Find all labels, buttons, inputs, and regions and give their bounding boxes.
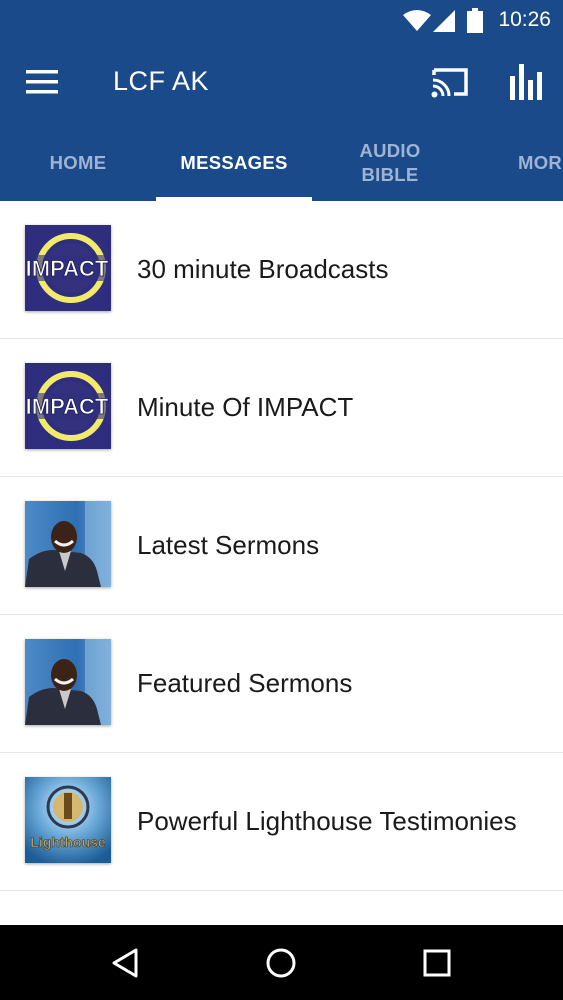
- cast-icon[interactable]: [430, 64, 470, 100]
- impact-logo-icon: IMPACT: [25, 363, 111, 449]
- status-bar: 10:26: [0, 0, 563, 40]
- list-item-title: Featured Sermons: [137, 668, 353, 698]
- back-button[interactable]: [95, 925, 155, 1000]
- system-nav-bar: [0, 925, 563, 1000]
- list-item[interactable]: Lighthouse Powerful Lighthouse Testimoni…: [0, 753, 563, 891]
- recents-button[interactable]: [407, 925, 467, 1000]
- preacher-photo-icon: [25, 639, 111, 725]
- home-button[interactable]: [251, 925, 311, 1000]
- list-item[interactable]: IMPACT Minute Of IMPACT: [0, 339, 563, 477]
- impact-logo-thumbnail: IMPACT: [25, 363, 111, 449]
- lighthouse-logo-icon: Lighthouse: [25, 777, 111, 863]
- tab-bar: HOME MESSAGES AUDIO BIBLE MORE: [0, 124, 563, 201]
- tab-messages[interactable]: MESSAGES: [156, 124, 312, 201]
- tab-audio-bible[interactable]: AUDIO BIBLE: [312, 124, 468, 201]
- tab-audio-bible-label: AUDIO BIBLE: [359, 139, 421, 185]
- recents-icon: [423, 949, 451, 976]
- tab-home-label: HOME: [49, 151, 107, 173]
- impact-logo-icon: IMPACT: [25, 225, 111, 311]
- list-item-title: 30 minute Broadcasts: [137, 254, 389, 284]
- list-item-title: Powerful Lighthouse Testimonies: [137, 806, 517, 836]
- status-time: 10:26: [498, 8, 551, 31]
- list-item[interactable]: Featured Sermons: [0, 615, 563, 753]
- impact-logo-thumbnail: IMPACT: [25, 225, 111, 311]
- messages-list: IMPACT 30 minute Broadcasts IMPACT Minut…: [0, 201, 563, 891]
- back-icon: [112, 948, 138, 977]
- preacher-photo-thumbnail: [25, 501, 111, 587]
- app-title: LCF AK: [113, 66, 210, 96]
- lighthouse-logo-thumbnail: Lighthouse: [25, 777, 111, 863]
- tab-more[interactable]: MORE: [468, 124, 563, 201]
- battery-icon: [467, 8, 483, 33]
- cell-signal-icon: [433, 10, 455, 32]
- list-item-title: Minute Of IMPACT: [137, 392, 354, 422]
- preacher-photo-thumbnail: [25, 639, 111, 725]
- tab-home[interactable]: HOME: [0, 124, 156, 201]
- list-item[interactable]: Latest Sermons: [0, 477, 563, 615]
- svg-text:IMPACT: IMPACT: [26, 256, 109, 281]
- menu-icon[interactable]: [24, 66, 60, 98]
- app-bar: LCF AK: [0, 40, 563, 124]
- wifi-icon: [403, 10, 431, 31]
- list-item-title: Latest Sermons: [137, 530, 320, 560]
- svg-text:Lighthouse: Lighthouse: [30, 834, 106, 850]
- preacher-photo-icon: [25, 501, 111, 587]
- tab-more-label: MORE: [518, 151, 563, 173]
- home-icon: [266, 948, 296, 977]
- list-item[interactable]: IMPACT 30 minute Broadcasts: [0, 201, 563, 339]
- svg-text:IMPACT: IMPACT: [26, 394, 109, 419]
- tab-messages-label: MESSAGES: [180, 151, 288, 173]
- equalizer-icon[interactable]: [508, 62, 544, 100]
